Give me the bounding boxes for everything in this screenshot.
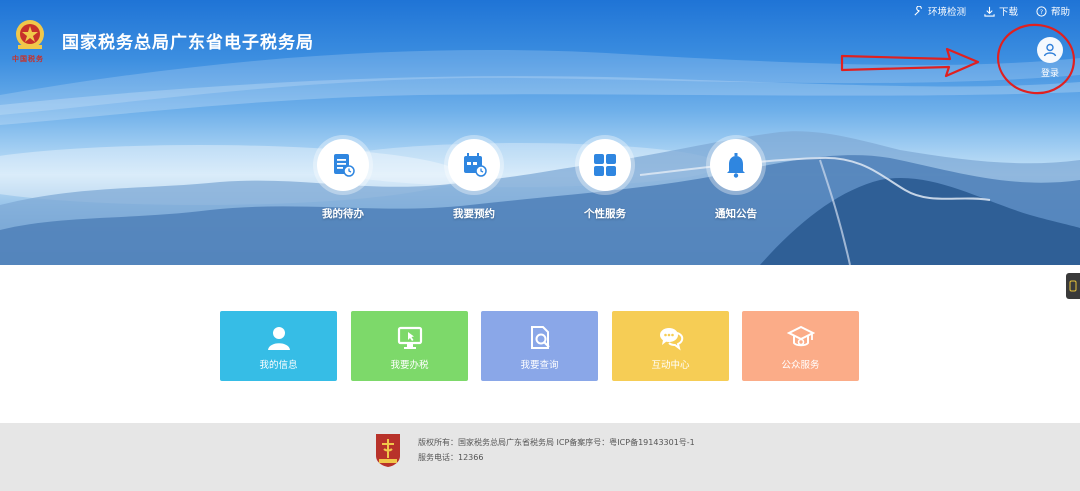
tile-my-info-label: 我的信息 [259, 360, 298, 371]
grid-icon [594, 154, 616, 176]
quick-notice-label: 通知公告 [715, 208, 757, 220]
calendar-clock-icon [464, 153, 487, 177]
tile-query-label: 我要查询 [520, 360, 559, 371]
tile-interaction[interactable]: 互动中心 [612, 311, 729, 381]
tile-tax-handling-label: 我要办税 [390, 360, 429, 371]
download-link[interactable]: 下载 [984, 4, 1018, 18]
tax-emblem-logo: 中国税务 [10, 14, 50, 64]
monitor-cursor-icon [397, 326, 422, 349]
tile-interaction-label: 互动中心 [651, 360, 690, 371]
download-label: 下载 [998, 7, 1018, 18]
top-links: 环境检测 下载 ? 帮助 [913, 4, 1070, 18]
login-button[interactable]: 登录 [1035, 37, 1065, 79]
user-avatar-icon [1037, 37, 1063, 63]
user-icon [267, 327, 290, 350]
svg-text:?: ? [1040, 7, 1043, 15]
quick-notice[interactable]: 通知公告 [696, 135, 776, 221]
document-search-icon [530, 326, 550, 349]
quick-my-todo-label: 我的待办 [322, 208, 364, 220]
header-banner: 中国税务 国家税务总局广东省电子税务局 环境检测 下载 ? 帮助 登录 我的待办… [0, 0, 1080, 265]
quick-personal-service-label: 个性服务 [584, 208, 626, 220]
quick-my-todo[interactable]: 我的待办 [303, 135, 383, 221]
phone-icon [1069, 280, 1077, 292]
download-icon [984, 6, 995, 17]
quick-personal-service[interactable]: 个性服务 [565, 135, 645, 221]
env-check-label: 环境检测 [927, 7, 966, 18]
bell-icon [727, 153, 745, 178]
chat-icon [659, 328, 683, 351]
side-float-tab[interactable] [1066, 273, 1080, 299]
tile-query[interactable]: 我要查询 [481, 311, 598, 381]
site-title: 国家税务总局广东省电子税务局 [62, 33, 314, 53]
footer-phone: 服务电话：12366 [418, 453, 484, 462]
tile-tax-handling[interactable]: 我要办税 [351, 311, 468, 381]
logo-text: 中国税务 [12, 55, 44, 63]
document-clock-icon [334, 154, 355, 177]
tile-my-info[interactable]: 我的信息 [220, 311, 337, 381]
env-check-link[interactable]: 环境检测 [913, 4, 966, 18]
graduation-cap-icon [786, 325, 815, 347]
login-label: 登录 [1040, 69, 1059, 79]
tile-public-service-label: 公众服务 [781, 360, 820, 371]
quick-appointment-label: 我要预约 [453, 208, 495, 220]
footer: 版权所有：国家税务总局广东省税务局 ICP备案序号：粤ICP备19143301号… [0, 423, 1080, 491]
wrench-icon [914, 5, 922, 16]
help-icon: ? [1036, 5, 1047, 17]
help-link[interactable]: ? 帮助 [1036, 4, 1070, 18]
tax-badge-logo [376, 434, 400, 467]
help-label: 帮助 [1050, 7, 1070, 18]
quick-appointment[interactable]: 我要预约 [434, 135, 514, 221]
tile-public-service[interactable]: 公众服务 [742, 311, 859, 381]
footer-copyright: 版权所有：国家税务总局广东省税务局 ICP备案序号：粤ICP备19143301号… [418, 438, 695, 447]
